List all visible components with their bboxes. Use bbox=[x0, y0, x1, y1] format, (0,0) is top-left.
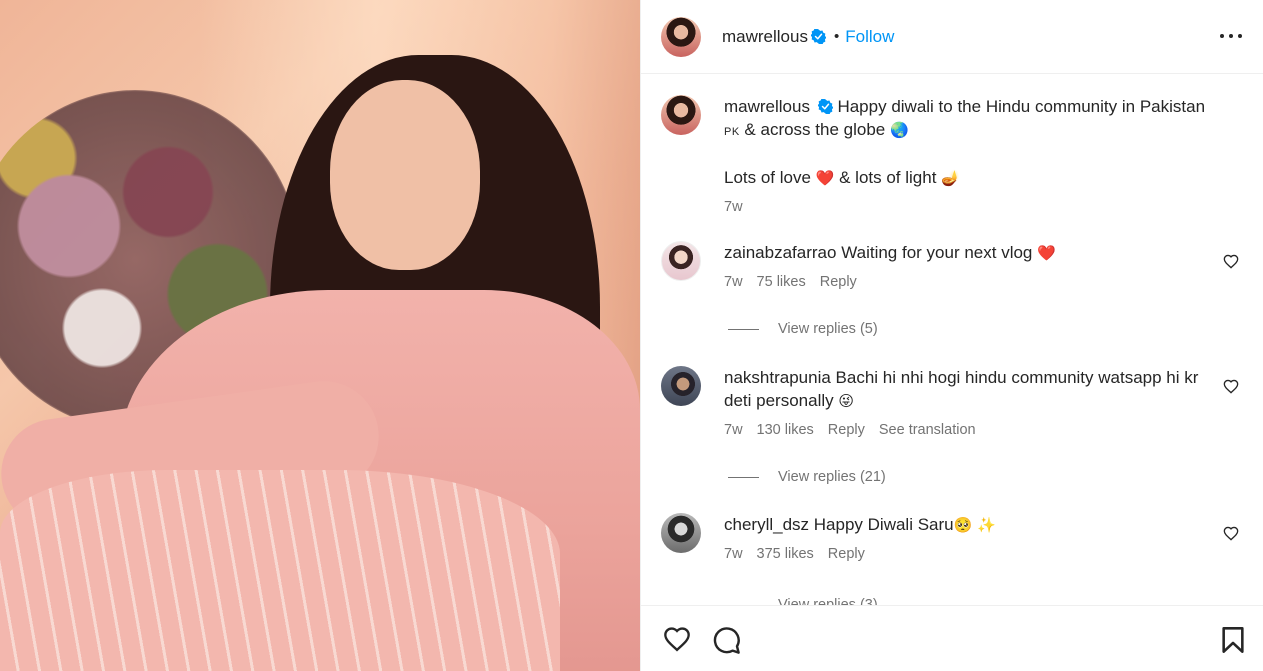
globe-emoji: 🌏 bbox=[889, 121, 909, 139]
like-comment-heart-icon[interactable] bbox=[1223, 254, 1239, 270]
post-actions-bar bbox=[641, 605, 1263, 671]
like-comment-heart-icon[interactable] bbox=[1223, 379, 1239, 395]
view-replies-link[interactable]: View replies (3) bbox=[728, 597, 878, 605]
verified-badge-icon bbox=[810, 29, 826, 44]
reply-button[interactable]: Reply bbox=[820, 271, 857, 294]
comments-list[interactable]: mawrellous Happy diwali to the Hindu com… bbox=[641, 75, 1263, 605]
like-comment-heart-icon[interactable] bbox=[1223, 526, 1239, 542]
comment-item: zainabzafarrao Waiting for your next vlo… bbox=[661, 241, 1251, 341]
post-side-panel: mawrellous • Follow mawrellous Happy diw… bbox=[640, 0, 1263, 671]
replies-divider bbox=[728, 476, 759, 478]
comment-icon[interactable] bbox=[712, 626, 741, 655]
more-options-icon[interactable] bbox=[1220, 28, 1242, 44]
separator-dot: • bbox=[833, 28, 840, 45]
commenter-username[interactable]: zainabzafarrao bbox=[724, 243, 836, 262]
view-replies-link[interactable]: View replies (21) bbox=[728, 469, 886, 485]
caption-author-avatar[interactable] bbox=[661, 95, 701, 135]
caption-text-line1: Happy diwali to the Hindu community in P… bbox=[837, 97, 1206, 116]
sparkles-emoji: ✨ bbox=[977, 516, 996, 534]
comment-likes-count[interactable]: 375 likes bbox=[757, 543, 814, 566]
replies-divider bbox=[728, 328, 759, 330]
red-heart-emoji: ❤️ bbox=[815, 169, 835, 187]
commenter-avatar[interactable] bbox=[661, 366, 701, 406]
post-caption: mawrellous Happy diwali to the Hindu com… bbox=[661, 95, 1251, 235]
post-photo[interactable] bbox=[0, 0, 640, 671]
caption-text-line3: Lots of love bbox=[724, 168, 811, 187]
caption-username[interactable]: mawrellous bbox=[724, 97, 810, 116]
photo-face bbox=[330, 80, 480, 270]
heart-icon[interactable] bbox=[662, 626, 692, 654]
caption-text-line2: & across the globe bbox=[744, 120, 886, 139]
comment-likes-count[interactable]: 130 likes bbox=[757, 419, 814, 442]
view-replies-link[interactable]: View replies (5) bbox=[728, 321, 878, 337]
see-translation-button[interactable]: See translation bbox=[879, 419, 976, 442]
photo-dress-stripes bbox=[0, 470, 560, 671]
grinning-emoji: 😜 bbox=[838, 392, 854, 410]
post-header: mawrellous • Follow bbox=[641, 0, 1263, 74]
reply-button[interactable]: Reply bbox=[828, 543, 865, 566]
comment-time: 7w bbox=[724, 422, 743, 438]
post-author-username[interactable]: mawrellous bbox=[722, 27, 808, 47]
comment-text: Happy Diwali Saru bbox=[813, 515, 954, 534]
view-replies-label: View replies (3) bbox=[778, 597, 878, 605]
caption-text-line3b: & lots of light bbox=[839, 168, 937, 187]
bookmark-icon[interactable] bbox=[1221, 626, 1245, 654]
red-heart-emoji: ❤️ bbox=[1037, 244, 1056, 262]
follow-button[interactable]: Follow bbox=[845, 27, 894, 47]
comment-item: nakshtrapunia Bachi hi nhi hogi hindu co… bbox=[661, 366, 1251, 496]
commenter-avatar[interactable] bbox=[661, 513, 701, 553]
comment-likes-count[interactable]: 75 likes bbox=[757, 271, 806, 294]
post-author-avatar[interactable] bbox=[661, 16, 701, 57]
view-replies-label: View replies (21) bbox=[778, 469, 886, 485]
pleading-face-emoji: 🥺 bbox=[953, 516, 973, 534]
verified-badge-icon bbox=[817, 99, 833, 114]
comment-item: cheryll_dsz Happy Diwali Saru🥺 ✨ 7w 375 … bbox=[661, 513, 1251, 605]
view-replies-label: View replies (5) bbox=[778, 321, 878, 337]
comment-time: 7w bbox=[724, 546, 743, 562]
reply-button[interactable]: Reply bbox=[828, 419, 865, 442]
diya-emoji: 🪔 bbox=[941, 169, 960, 187]
commenter-username[interactable]: nakshtrapunia bbox=[724, 368, 831, 387]
commenter-avatar[interactable] bbox=[661, 241, 701, 281]
comment-text: Waiting for your next vlog bbox=[841, 243, 1033, 262]
pakistan-flag-text: PK bbox=[724, 126, 740, 138]
commenter-username[interactable]: cheryll_dsz bbox=[724, 515, 809, 534]
comment-time: 7w bbox=[724, 274, 743, 290]
caption-time: 7w bbox=[724, 199, 743, 215]
